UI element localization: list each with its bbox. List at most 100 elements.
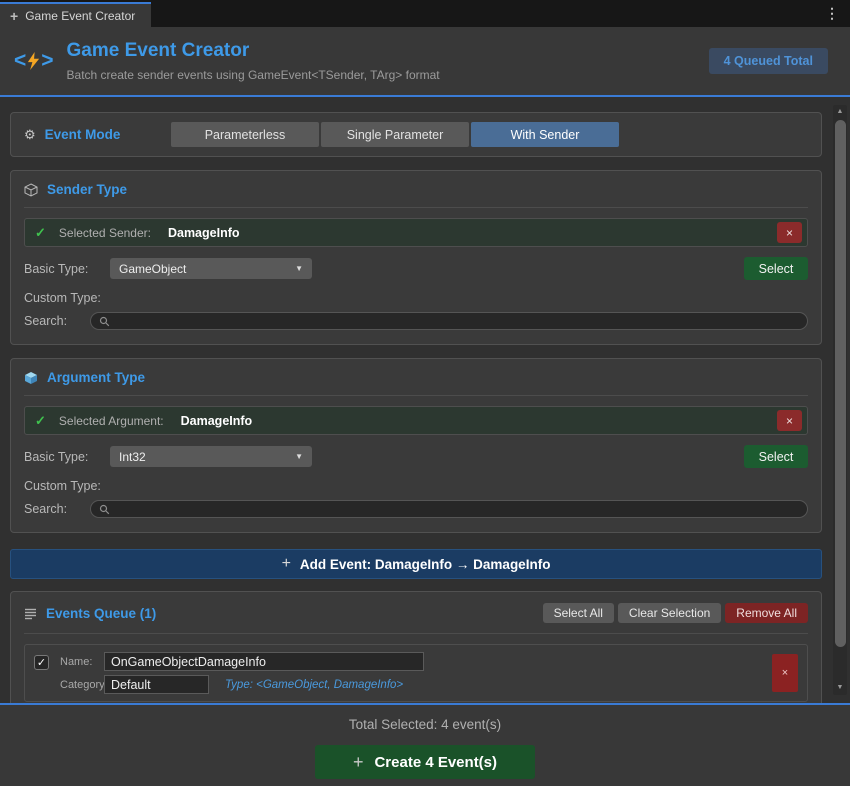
check-icon: ✓ [35, 224, 46, 240]
event-mode-title-row: ⚙ Event Mode [24, 127, 171, 143]
header: < > Game Event Creator Batch create send… [0, 27, 850, 95]
mode-button-single-parameter[interactable]: Single Parameter [321, 122, 469, 147]
search-icon [99, 316, 110, 326]
list-icon [25, 608, 36, 619]
events-queue-title: Events Queue (1) [46, 605, 157, 621]
sender-type-title: Sender Type [47, 182, 128, 197]
events-queue-header: Events Queue (1) Select All Clear Select… [24, 603, 808, 623]
event-name-label: Name: [60, 655, 93, 668]
add-event-button[interactable]: + Add Event: DamageInfo → DamageInfo [10, 549, 822, 579]
queued-total-badge: 4 Queued Total [708, 48, 828, 74]
sender-search-box [90, 312, 808, 330]
argument-type-title-row: Argument Type [24, 370, 808, 385]
basic-type-label: Basic Type: [24, 449, 89, 464]
sender-basic-type-dropdown[interactable]: GameObject ▼ [110, 258, 312, 279]
scroll-up-arrow-icon[interactable]: ▲ [833, 105, 847, 119]
event-queue-item: ✓ Name: Category Type: <GameObject, Dama… [24, 644, 808, 702]
event-name-row: Name: [60, 652, 772, 671]
page-title: Game Event Creator [66, 40, 250, 61]
gear-icon: ⚙ [24, 126, 36, 142]
plus-icon: + [281, 555, 291, 572]
selected-sender-row: ✓ Selected Sender: DamageInfo × [24, 218, 808, 247]
argument-search-input[interactable] [115, 503, 799, 515]
selected-sender-value: DamageInfo [167, 225, 240, 240]
argument-select-button[interactable]: Select [744, 445, 808, 468]
clear-argument-button[interactable]: × [777, 410, 802, 431]
search-icon [99, 504, 110, 514]
select-all-button[interactable]: Select All [542, 603, 614, 623]
custom-type-label: Custom Type: [24, 479, 101, 493]
scroll-down-arrow-icon[interactable]: ▼ [833, 681, 847, 695]
create-events-button[interactable]: + Create 4 Event(s) [315, 745, 535, 779]
add-event-label: Add Event: DamageInfo → DamageInfo [299, 556, 551, 572]
remove-event-button[interactable]: × [772, 654, 798, 692]
search-label: Search: [24, 314, 68, 328]
argument-basic-type-dropdown[interactable]: Int32 ▼ [110, 446, 312, 467]
sender-custom-type-row: Custom Type: [24, 291, 808, 305]
events-queue-section: Events Queue (1) Select All Clear Select… [10, 591, 822, 703]
tab-plus-icon: + [10, 7, 19, 24]
sender-basic-type-row: Basic Type: GameObject ▼ Select [24, 257, 808, 280]
argument-basic-type-row: Basic Type: Int32 ▼ Select [24, 445, 808, 468]
selected-argument-row: ✓ Selected Argument: DamageInfo × [24, 406, 808, 435]
selected-argument-label: Selected Argument: [58, 413, 164, 428]
chevron-down-icon: ▼ [295, 264, 303, 273]
plus-icon: + [352, 751, 364, 772]
tab-bar: + Game Event Creator ⋮ [0, 0, 850, 27]
selected-sender-label: Selected Sender: [58, 225, 151, 240]
sender-search-input[interactable] [115, 315, 799, 327]
tab-game-event-creator[interactable]: + Game Event Creator [0, 2, 152, 27]
event-name-input[interactable] [104, 652, 424, 671]
event-checkbox[interactable]: ✓ [34, 655, 49, 670]
scrollbar-thumb[interactable] [834, 120, 846, 647]
queue-actions: Select All Clear Selection Remove All [542, 603, 808, 623]
event-category-row: Category Type: <GameObject, DamageInfo> [60, 675, 772, 694]
argument-type-section: Argument Type ✓ Selected Argument: Damag… [10, 358, 822, 533]
cube-filled-icon [25, 371, 37, 384]
argument-search-row: Search: [24, 500, 808, 518]
sender-search-row: Search: [24, 312, 808, 330]
event-mode-toggle-group: Parameterless Single Parameter With Send… [171, 122, 619, 147]
page-subtitle: Batch create sender events using GameEve… [66, 68, 440, 82]
divider [24, 395, 808, 396]
argument-custom-type-row: Custom Type: [24, 479, 808, 493]
event-category-input[interactable] [104, 675, 209, 694]
app-logo-icon: < > [14, 49, 54, 73]
main-content: ⚙ Event Mode Parameterless Single Parame… [0, 97, 850, 703]
clear-sender-button[interactable]: × [777, 222, 802, 243]
event-mode-section: ⚙ Event Mode Parameterless Single Parame… [10, 112, 822, 157]
chevron-down-icon: ▼ [295, 452, 303, 461]
basic-type-label: Basic Type: [24, 261, 89, 276]
event-category-label: Category [60, 678, 105, 691]
argument-type-title: Argument Type [47, 370, 146, 385]
event-mode-title: Event Mode [44, 127, 121, 142]
create-events-label: Create 4 Event(s) [374, 753, 498, 771]
header-titles: Game Event Creator Batch create sender e… [67, 40, 440, 82]
remove-all-button[interactable]: Remove All [725, 603, 808, 623]
total-selected-text: Total Selected: 4 event(s) [348, 717, 502, 732]
lightning-bolt-icon [28, 52, 40, 70]
window-menu-icon[interactable]: ⋮ [815, 3, 850, 24]
tab-title: Game Event Creator [25, 8, 136, 23]
sender-type-section: Sender Type ✓ Selected Sender: DamageInf… [10, 170, 822, 345]
sender-basic-type-value: GameObject [119, 261, 187, 276]
argument-basic-type-value: Int32 [119, 449, 146, 464]
mode-button-with-sender[interactable]: With Sender [471, 122, 619, 147]
mode-button-parameterless[interactable]: Parameterless [171, 122, 319, 147]
event-fields: Name: Category Type: <GameObject, Damage… [60, 652, 772, 694]
cube-outline-icon [24, 182, 38, 197]
divider [24, 207, 808, 208]
check-icon: ✓ [35, 412, 46, 428]
divider [24, 633, 808, 634]
selected-argument-value: DamageInfo [180, 413, 253, 428]
footer: Total Selected: 4 event(s) + Create 4 Ev… [0, 703, 850, 786]
argument-search-box [90, 500, 808, 518]
vertical-scrollbar: ▲ ▼ [833, 105, 847, 695]
sender-select-button[interactable]: Select [744, 257, 808, 280]
clear-selection-button[interactable]: Clear Selection [617, 603, 722, 623]
search-label: Search: [24, 502, 68, 516]
bracket-right-icon: > [41, 49, 54, 72]
sender-type-title-row: Sender Type [24, 182, 808, 197]
custom-type-label: Custom Type: [24, 291, 101, 305]
event-type-text: Type: <GameObject, DamageInfo> [225, 678, 404, 691]
